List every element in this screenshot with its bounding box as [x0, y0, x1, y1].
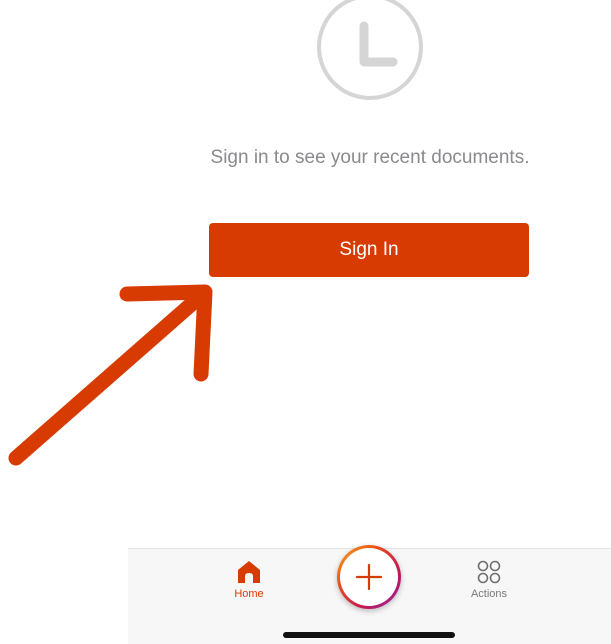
create-button-face	[340, 548, 398, 606]
tab-actions-label: Actions	[470, 588, 508, 600]
home-icon	[238, 561, 260, 583]
tab-home[interactable]: Home	[209, 559, 289, 607]
tab-actions[interactable]: Actions	[449, 559, 529, 607]
sign-in-prompt-text: Sign in to see your recent documents.	[210, 147, 530, 168]
arrow-icon	[8, 284, 213, 466]
create-button[interactable]	[337, 545, 401, 609]
clock-icon	[317, 0, 423, 100]
recent-documents-screen: Sign in to see your recent documents. Si…	[0, 0, 611, 644]
home-indicator[interactable]	[283, 632, 455, 638]
sign-in-button[interactable]: Sign In	[209, 223, 529, 277]
actions-icon	[477, 560, 501, 584]
tab-home-label: Home	[234, 588, 264, 600]
plus-icon	[355, 563, 383, 591]
